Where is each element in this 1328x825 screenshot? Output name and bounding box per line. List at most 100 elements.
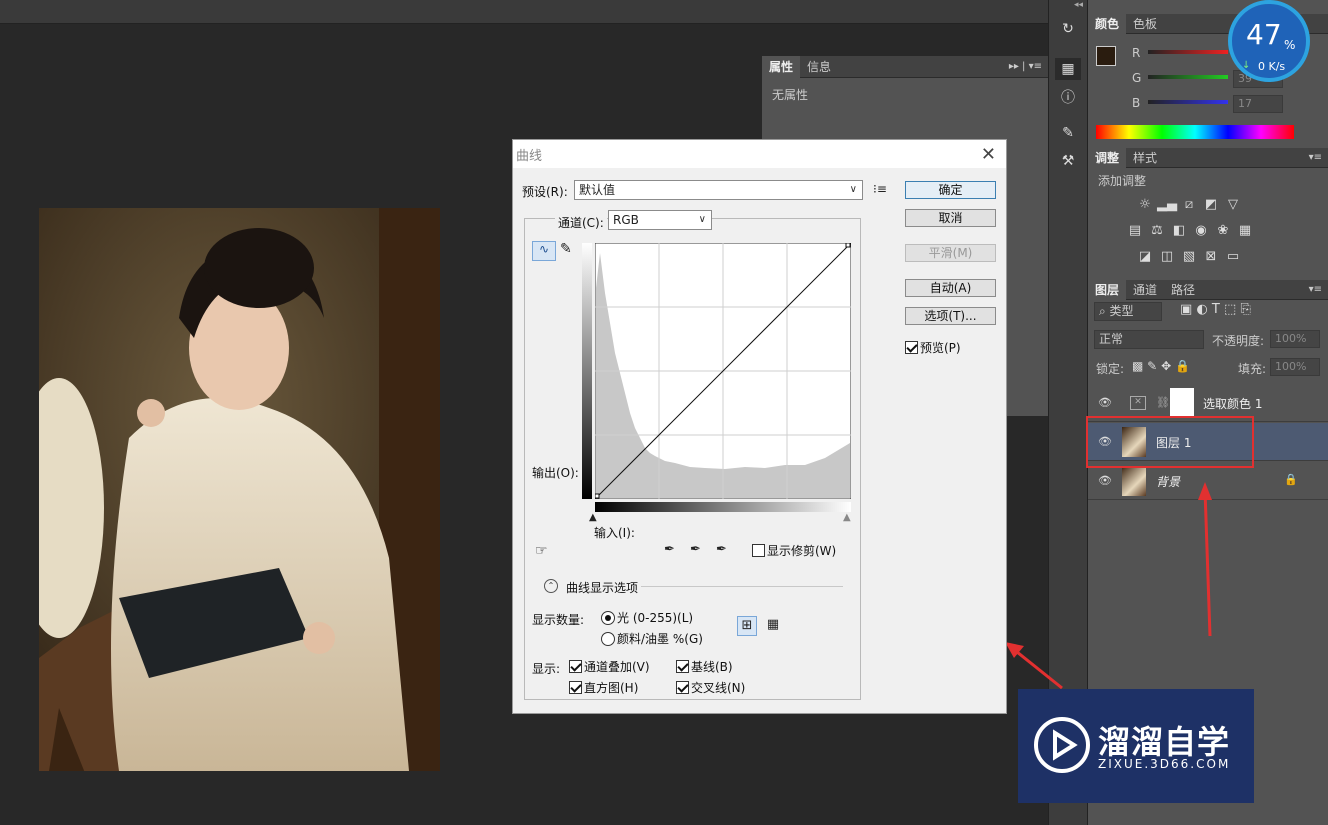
tool-presets-icon[interactable]: ⚒ bbox=[1055, 150, 1081, 172]
document-image[interactable] bbox=[39, 208, 440, 771]
selective-color-icon[interactable]: ⊠ bbox=[1202, 248, 1220, 264]
output-gradient-bar bbox=[582, 243, 592, 499]
history-icon[interactable]: ↻ bbox=[1055, 18, 1081, 40]
panel-menu-icon[interactable]: ▸▸ | ▾≡ bbox=[1009, 61, 1048, 72]
channel-select[interactable]: RGB ∨ bbox=[608, 210, 712, 230]
baseline-option[interactable]: 基线(B) bbox=[676, 658, 733, 675]
tab-properties[interactable]: 属性 bbox=[762, 55, 801, 78]
color-balance-icon[interactable]: ⚖ bbox=[1148, 222, 1166, 238]
properties-icon[interactable]: ▦ bbox=[1055, 58, 1081, 80]
light-radio-option[interactable]: 光 (0-255)(L) bbox=[601, 609, 693, 626]
light-radio[interactable] bbox=[601, 611, 615, 625]
auto-button[interactable]: 自动(A) bbox=[905, 279, 996, 297]
visibility-eye-icon[interactable]: 👁 bbox=[1098, 396, 1112, 410]
panel-menu-icon[interactable]: ▾≡ bbox=[1309, 152, 1328, 163]
histogram-checkbox[interactable] bbox=[569, 681, 582, 694]
tab-channels[interactable]: 通道 bbox=[1126, 280, 1164, 300]
invert-icon[interactable]: ◪ bbox=[1136, 248, 1154, 264]
tab-paths[interactable]: 路径 bbox=[1164, 280, 1202, 300]
r-label: R bbox=[1132, 46, 1141, 60]
gray-eyedropper-icon[interactable]: ✒ bbox=[690, 542, 701, 557]
b-slider[interactable] bbox=[1148, 100, 1228, 104]
b-value-input[interactable]: 17 bbox=[1233, 95, 1283, 113]
pixel-filter-icon[interactable]: ▣ bbox=[1180, 302, 1192, 317]
pencil-icon[interactable]: ✎ bbox=[560, 241, 572, 257]
show-clipping-checkbox[interactable] bbox=[752, 544, 765, 557]
preview-option[interactable]: 预览(P) bbox=[905, 339, 961, 356]
lock-transparent-icon[interactable]: ▩ bbox=[1132, 359, 1143, 373]
white-eyedropper-icon[interactable]: ✒ bbox=[716, 542, 727, 557]
tab-styles[interactable]: 样式 bbox=[1126, 148, 1164, 168]
white-point-slider-icon[interactable]: ▲ bbox=[843, 512, 851, 523]
threshold-icon[interactable]: ▧ bbox=[1180, 248, 1198, 264]
intersection-option[interactable]: 交叉线(N) bbox=[676, 679, 745, 696]
curves-icon[interactable]: ⧄ bbox=[1180, 196, 1198, 212]
tab-info[interactable]: 信息 bbox=[800, 56, 838, 78]
options-button[interactable]: 选项(T)... bbox=[905, 307, 996, 325]
smooth-button[interactable]: 平滑(M) bbox=[905, 244, 996, 262]
channel-overlay-checkbox[interactable] bbox=[569, 660, 582, 673]
channel-mixer-icon[interactable]: ❀ bbox=[1214, 222, 1232, 238]
intersection-checkbox[interactable] bbox=[676, 681, 689, 694]
curve-point-tool-icon[interactable]: ∿ bbox=[532, 241, 556, 261]
color-lookup-icon[interactable]: ▦ bbox=[1236, 222, 1254, 238]
black-white-icon[interactable]: ◧ bbox=[1170, 222, 1188, 238]
speed-rate: 0 K/s bbox=[1258, 60, 1286, 73]
text-filter-icon[interactable]: T bbox=[1212, 302, 1220, 317]
layer-mask-thumb[interactable] bbox=[1170, 388, 1194, 418]
pigment-radio-option[interactable]: 颜料/油墨 %(G) bbox=[601, 630, 703, 647]
pigment-radio[interactable] bbox=[601, 632, 615, 646]
lock-move-icon[interactable]: ✥ bbox=[1161, 359, 1171, 373]
baseline-checkbox[interactable] bbox=[676, 660, 689, 673]
g-slider[interactable] bbox=[1148, 75, 1228, 79]
black-eyedropper-icon[interactable]: ✒ bbox=[664, 542, 675, 557]
tab-adjustments[interactable]: 调整 bbox=[1088, 147, 1127, 168]
curve-point-black[interactable] bbox=[595, 493, 600, 499]
histogram-option[interactable]: 直方图(H) bbox=[569, 679, 638, 696]
black-point-slider-icon[interactable]: ▲ bbox=[589, 512, 597, 523]
foreground-swatch[interactable] bbox=[1096, 46, 1116, 66]
opacity-input[interactable]: 100% bbox=[1270, 330, 1320, 348]
vibrance-icon[interactable]: ▽ bbox=[1224, 196, 1242, 212]
tab-swatches[interactable]: 色板 bbox=[1126, 14, 1164, 34]
tab-layers[interactable]: 图层 bbox=[1088, 279, 1127, 300]
hue-saturation-icon[interactable]: ▤ bbox=[1126, 222, 1144, 238]
channel-overlay-option[interactable]: 通道叠加(V) bbox=[569, 658, 650, 675]
r-slider[interactable] bbox=[1148, 50, 1228, 54]
simple-grid-icon[interactable]: ⊞ bbox=[737, 616, 757, 636]
fill-label: 填充: bbox=[1238, 362, 1267, 376]
show-clipping-option[interactable]: 显示修剪(W) bbox=[752, 542, 836, 559]
shape-filter-icon[interactable]: ⬚ bbox=[1224, 302, 1236, 317]
preset-options-icon[interactable]: ⁝≡ bbox=[873, 182, 887, 196]
tab-color[interactable]: 颜色 bbox=[1088, 13, 1127, 34]
levels-icon[interactable]: ▂▄ bbox=[1157, 196, 1177, 212]
posterize-icon[interactable]: ◫ bbox=[1158, 248, 1176, 264]
info-icon[interactable]: ⓘ bbox=[1055, 86, 1081, 108]
lock-paint-icon[interactable]: ✎ bbox=[1147, 359, 1157, 373]
panel-menu-icon[interactable]: ▾≡ bbox=[1309, 284, 1328, 295]
properties-content: 无属性 bbox=[772, 88, 809, 102]
gradient-map-icon[interactable]: ▭ bbox=[1224, 248, 1242, 264]
curve-point-white[interactable] bbox=[845, 243, 851, 248]
collapse-chevron-icon[interactable]: ⌃ bbox=[544, 579, 558, 593]
adjust-filter-icon[interactable]: ◐ bbox=[1196, 302, 1207, 317]
preview-checkbox[interactable] bbox=[905, 341, 918, 354]
brush-presets-icon[interactable]: ✎ bbox=[1055, 122, 1081, 144]
collapse-icon[interactable]: ◂◂ bbox=[1049, 0, 1087, 14]
curves-graph[interactable] bbox=[595, 243, 851, 499]
fill-input[interactable]: 100% bbox=[1270, 358, 1320, 376]
lock-all-icon[interactable]: 🔒 bbox=[1175, 359, 1190, 373]
exposure-icon[interactable]: ◩ bbox=[1202, 196, 1220, 212]
close-icon[interactable]: ✕ bbox=[981, 144, 996, 165]
cancel-button[interactable]: 取消 bbox=[905, 209, 996, 227]
smart-filter-icon[interactable]: ⎘ bbox=[1240, 302, 1250, 317]
detailed-grid-icon[interactable]: ▦ bbox=[763, 616, 783, 636]
brightness-icon[interactable]: ☼ bbox=[1136, 196, 1154, 212]
photo-filter-icon[interactable]: ◉ bbox=[1192, 222, 1210, 238]
preset-select[interactable]: 默认值 ∨ bbox=[574, 180, 863, 200]
layer-filter-select[interactable]: ⌕ 类型 bbox=[1094, 302, 1162, 321]
ok-button[interactable]: 确定 bbox=[905, 181, 996, 199]
blend-mode-select[interactable]: 正常 bbox=[1094, 330, 1204, 349]
target-adjustment-icon[interactable]: ☞ bbox=[535, 543, 548, 559]
color-spectrum-bar[interactable] bbox=[1096, 125, 1294, 139]
